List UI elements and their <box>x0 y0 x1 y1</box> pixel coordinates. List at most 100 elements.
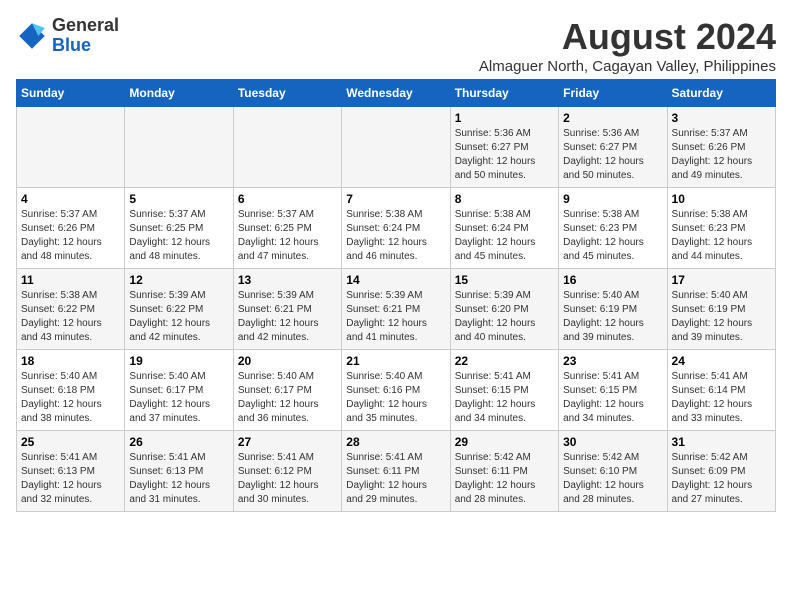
day-number: 7 <box>346 192 445 206</box>
day-number: 5 <box>129 192 228 206</box>
day-cell: 24Sunrise: 5:41 AM Sunset: 6:14 PM Dayli… <box>667 350 775 431</box>
day-number: 22 <box>455 354 554 368</box>
day-info: Sunrise: 5:39 AM Sunset: 6:21 PM Dayligh… <box>238 289 337 345</box>
day-info: Sunrise: 5:37 AM Sunset: 6:26 PM Dayligh… <box>672 127 771 183</box>
day-info: Sunrise: 5:42 AM Sunset: 6:09 PM Dayligh… <box>672 451 771 507</box>
day-number: 2 <box>563 111 662 125</box>
day-cell: 22 Sunrise: 5:41 AM Sunset: 6:15 PM Dayli… <box>450 350 558 431</box>
day-cell: 3 Sunrise: 5:37 AM Sunset: 6:26 PM Daylig… <box>667 107 775 188</box>
day-number: 26 <box>129 435 228 449</box>
day-info: Sunrise: 5:36 AM Sunset: 6:27 PM Dayligh… <box>455 127 554 183</box>
day-cell: 8Sunrise: 5:38 AM Sunset: 6:24 PM Daylig… <box>450 188 558 269</box>
day-info: Sunrise: 5:40 AM Sunset: 6:18 PM Dayligh… <box>21 370 120 426</box>
day-cell: 30Sunrise: 5:42 AM Sunset: 6:10 PM Dayli… <box>559 431 667 512</box>
day-info: Sunrise: 5:41 AM Sunset: 6:15 PM Dayligh… <box>563 370 662 426</box>
week-row-4: 18 Sunrise: 5:40 AM Sunset: 6:18 PM Dayli… <box>17 350 776 431</box>
day-cell: 16 Sunrise: 5:40 AM Sunset: 6:19 PM Dayli… <box>559 269 667 350</box>
day-number: 21 <box>346 354 445 368</box>
week-row-1: 1 Sunrise: 5:36 AM Sunset: 6:27 PM Daylig… <box>17 107 776 188</box>
day-cell: 10 Sunrise: 5:38 AM Sunset: 6:23 PM Dayli… <box>667 188 775 269</box>
day-header-friday: Friday <box>559 80 667 107</box>
main-title: August 2024 <box>479 16 776 58</box>
day-info: Sunrise: 5:40 AM Sunset: 6:19 PM Dayligh… <box>563 289 662 345</box>
day-info: Sunrise: 5:40 AM Sunset: 6:17 PM Dayligh… <box>129 370 228 426</box>
day-number: 9 <box>563 192 662 206</box>
day-info: Sunrise: 5:38 AM Sunset: 6:23 PM Dayligh… <box>563 208 662 264</box>
day-info: Sunrise: 5:42 AM Sunset: 6:11 PM Dayligh… <box>455 451 554 507</box>
day-number: 29 <box>455 435 554 449</box>
day-cell: 11Sunrise: 5:38 AM Sunset: 6:22 PM Dayli… <box>17 269 125 350</box>
day-number: 6 <box>238 192 337 206</box>
day-number: 18 <box>21 354 120 368</box>
day-info: Sunrise: 5:41 AM Sunset: 6:12 PM Dayligh… <box>238 451 337 507</box>
day-number: 10 <box>672 192 771 206</box>
day-cell: 1 Sunrise: 5:36 AM Sunset: 6:27 PM Daylig… <box>450 107 558 188</box>
day-cell: 4Sunrise: 5:37 AM Sunset: 6:26 PM Daylig… <box>17 188 125 269</box>
day-cell: 12 Sunrise: 5:39 AM Sunset: 6:22 PM Dayli… <box>125 269 233 350</box>
day-number: 19 <box>129 354 228 368</box>
day-header-sunday: Sunday <box>17 80 125 107</box>
day-number: 14 <box>346 273 445 287</box>
day-cell: 25 Sunrise: 5:41 AM Sunset: 6:13 PM Dayli… <box>17 431 125 512</box>
subtitle: Almaguer North, Cagayan Valley, Philippi… <box>479 58 776 75</box>
day-info: Sunrise: 5:41 AM Sunset: 6:15 PM Dayligh… <box>455 370 554 426</box>
page-header: General Blue August 2024 Almaguer North,… <box>16 16 776 75</box>
day-info: Sunrise: 5:41 AM Sunset: 6:11 PM Dayligh… <box>346 451 445 507</box>
day-cell: 2 Sunrise: 5:36 AM Sunset: 6:27 PM Daylig… <box>559 107 667 188</box>
day-cell: 31 Sunrise: 5:42 AM Sunset: 6:09 PM Dayli… <box>667 431 775 512</box>
day-info: Sunrise: 5:38 AM Sunset: 6:23 PM Dayligh… <box>672 208 771 264</box>
day-cell: 13Sunrise: 5:39 AM Sunset: 6:21 PM Dayli… <box>233 269 341 350</box>
day-info: Sunrise: 5:38 AM Sunset: 6:24 PM Dayligh… <box>455 208 554 264</box>
day-info: Sunrise: 5:40 AM Sunset: 6:19 PM Dayligh… <box>672 289 771 345</box>
day-cell: 23 Sunrise: 5:41 AM Sunset: 6:15 PM Dayli… <box>559 350 667 431</box>
day-number: 23 <box>563 354 662 368</box>
day-info: Sunrise: 5:41 AM Sunset: 6:14 PM Dayligh… <box>672 370 771 426</box>
day-info: Sunrise: 5:36 AM Sunset: 6:27 PM Dayligh… <box>563 127 662 183</box>
day-info: Sunrise: 5:37 AM Sunset: 6:25 PM Dayligh… <box>238 208 337 264</box>
day-number: 1 <box>455 111 554 125</box>
day-info: Sunrise: 5:38 AM Sunset: 6:24 PM Dayligh… <box>346 208 445 264</box>
day-header-row: SundayMondayTuesdayWednesdayThursdayFrid… <box>17 80 776 107</box>
day-info: Sunrise: 5:41 AM Sunset: 6:13 PM Dayligh… <box>21 451 120 507</box>
day-cell <box>342 107 450 188</box>
day-info: Sunrise: 5:37 AM Sunset: 6:26 PM Dayligh… <box>21 208 120 264</box>
day-number: 16 <box>563 273 662 287</box>
calendar-table: SundayMondayTuesdayWednesdayThursdayFrid… <box>16 79 776 512</box>
day-cell: 19 Sunrise: 5:40 AM Sunset: 6:17 PM Dayli… <box>125 350 233 431</box>
day-header-saturday: Saturday <box>667 80 775 107</box>
day-cell: 5Sunrise: 5:37 AM Sunset: 6:25 PM Daylig… <box>125 188 233 269</box>
day-number: 15 <box>455 273 554 287</box>
day-cell: 20Sunrise: 5:40 AM Sunset: 6:17 PM Dayli… <box>233 350 341 431</box>
day-number: 31 <box>672 435 771 449</box>
day-number: 28 <box>346 435 445 449</box>
day-info: Sunrise: 5:39 AM Sunset: 6:20 PM Dayligh… <box>455 289 554 345</box>
day-header-tuesday: Tuesday <box>233 80 341 107</box>
week-row-2: 4Sunrise: 5:37 AM Sunset: 6:26 PM Daylig… <box>17 188 776 269</box>
day-cell: 21 Sunrise: 5:40 AM Sunset: 6:16 PM Dayli… <box>342 350 450 431</box>
day-cell: 28 Sunrise: 5:41 AM Sunset: 6:11 PM Dayli… <box>342 431 450 512</box>
title-section: August 2024 Almaguer North, Cagayan Vall… <box>479 16 776 75</box>
logo-blue-text: Blue <box>52 36 119 56</box>
day-cell: 29 Sunrise: 5:42 AM Sunset: 6:11 PM Dayli… <box>450 431 558 512</box>
day-number: 25 <box>21 435 120 449</box>
day-cell: 15 Sunrise: 5:39 AM Sunset: 6:20 PM Dayli… <box>450 269 558 350</box>
logo-general-text: General <box>52 16 119 36</box>
day-cell: 9 Sunrise: 5:38 AM Sunset: 6:23 PM Daylig… <box>559 188 667 269</box>
day-cell: 27 Sunrise: 5:41 AM Sunset: 6:12 PM Dayli… <box>233 431 341 512</box>
day-info: Sunrise: 5:40 AM Sunset: 6:16 PM Dayligh… <box>346 370 445 426</box>
day-number: 30 <box>563 435 662 449</box>
day-number: 17 <box>672 273 771 287</box>
day-cell: 14Sunrise: 5:39 AM Sunset: 6:21 PM Dayli… <box>342 269 450 350</box>
day-header-monday: Monday <box>125 80 233 107</box>
day-number: 27 <box>238 435 337 449</box>
day-cell <box>233 107 341 188</box>
day-number: 12 <box>129 273 228 287</box>
day-info: Sunrise: 5:38 AM Sunset: 6:22 PM Dayligh… <box>21 289 120 345</box>
day-number: 3 <box>672 111 771 125</box>
day-number: 20 <box>238 354 337 368</box>
day-cell: 18 Sunrise: 5:40 AM Sunset: 6:18 PM Dayli… <box>17 350 125 431</box>
week-row-3: 11Sunrise: 5:38 AM Sunset: 6:22 PM Dayli… <box>17 269 776 350</box>
day-cell: 26Sunrise: 5:41 AM Sunset: 6:13 PM Dayli… <box>125 431 233 512</box>
day-info: Sunrise: 5:39 AM Sunset: 6:22 PM Dayligh… <box>129 289 228 345</box>
logo-icon <box>16 20 48 52</box>
